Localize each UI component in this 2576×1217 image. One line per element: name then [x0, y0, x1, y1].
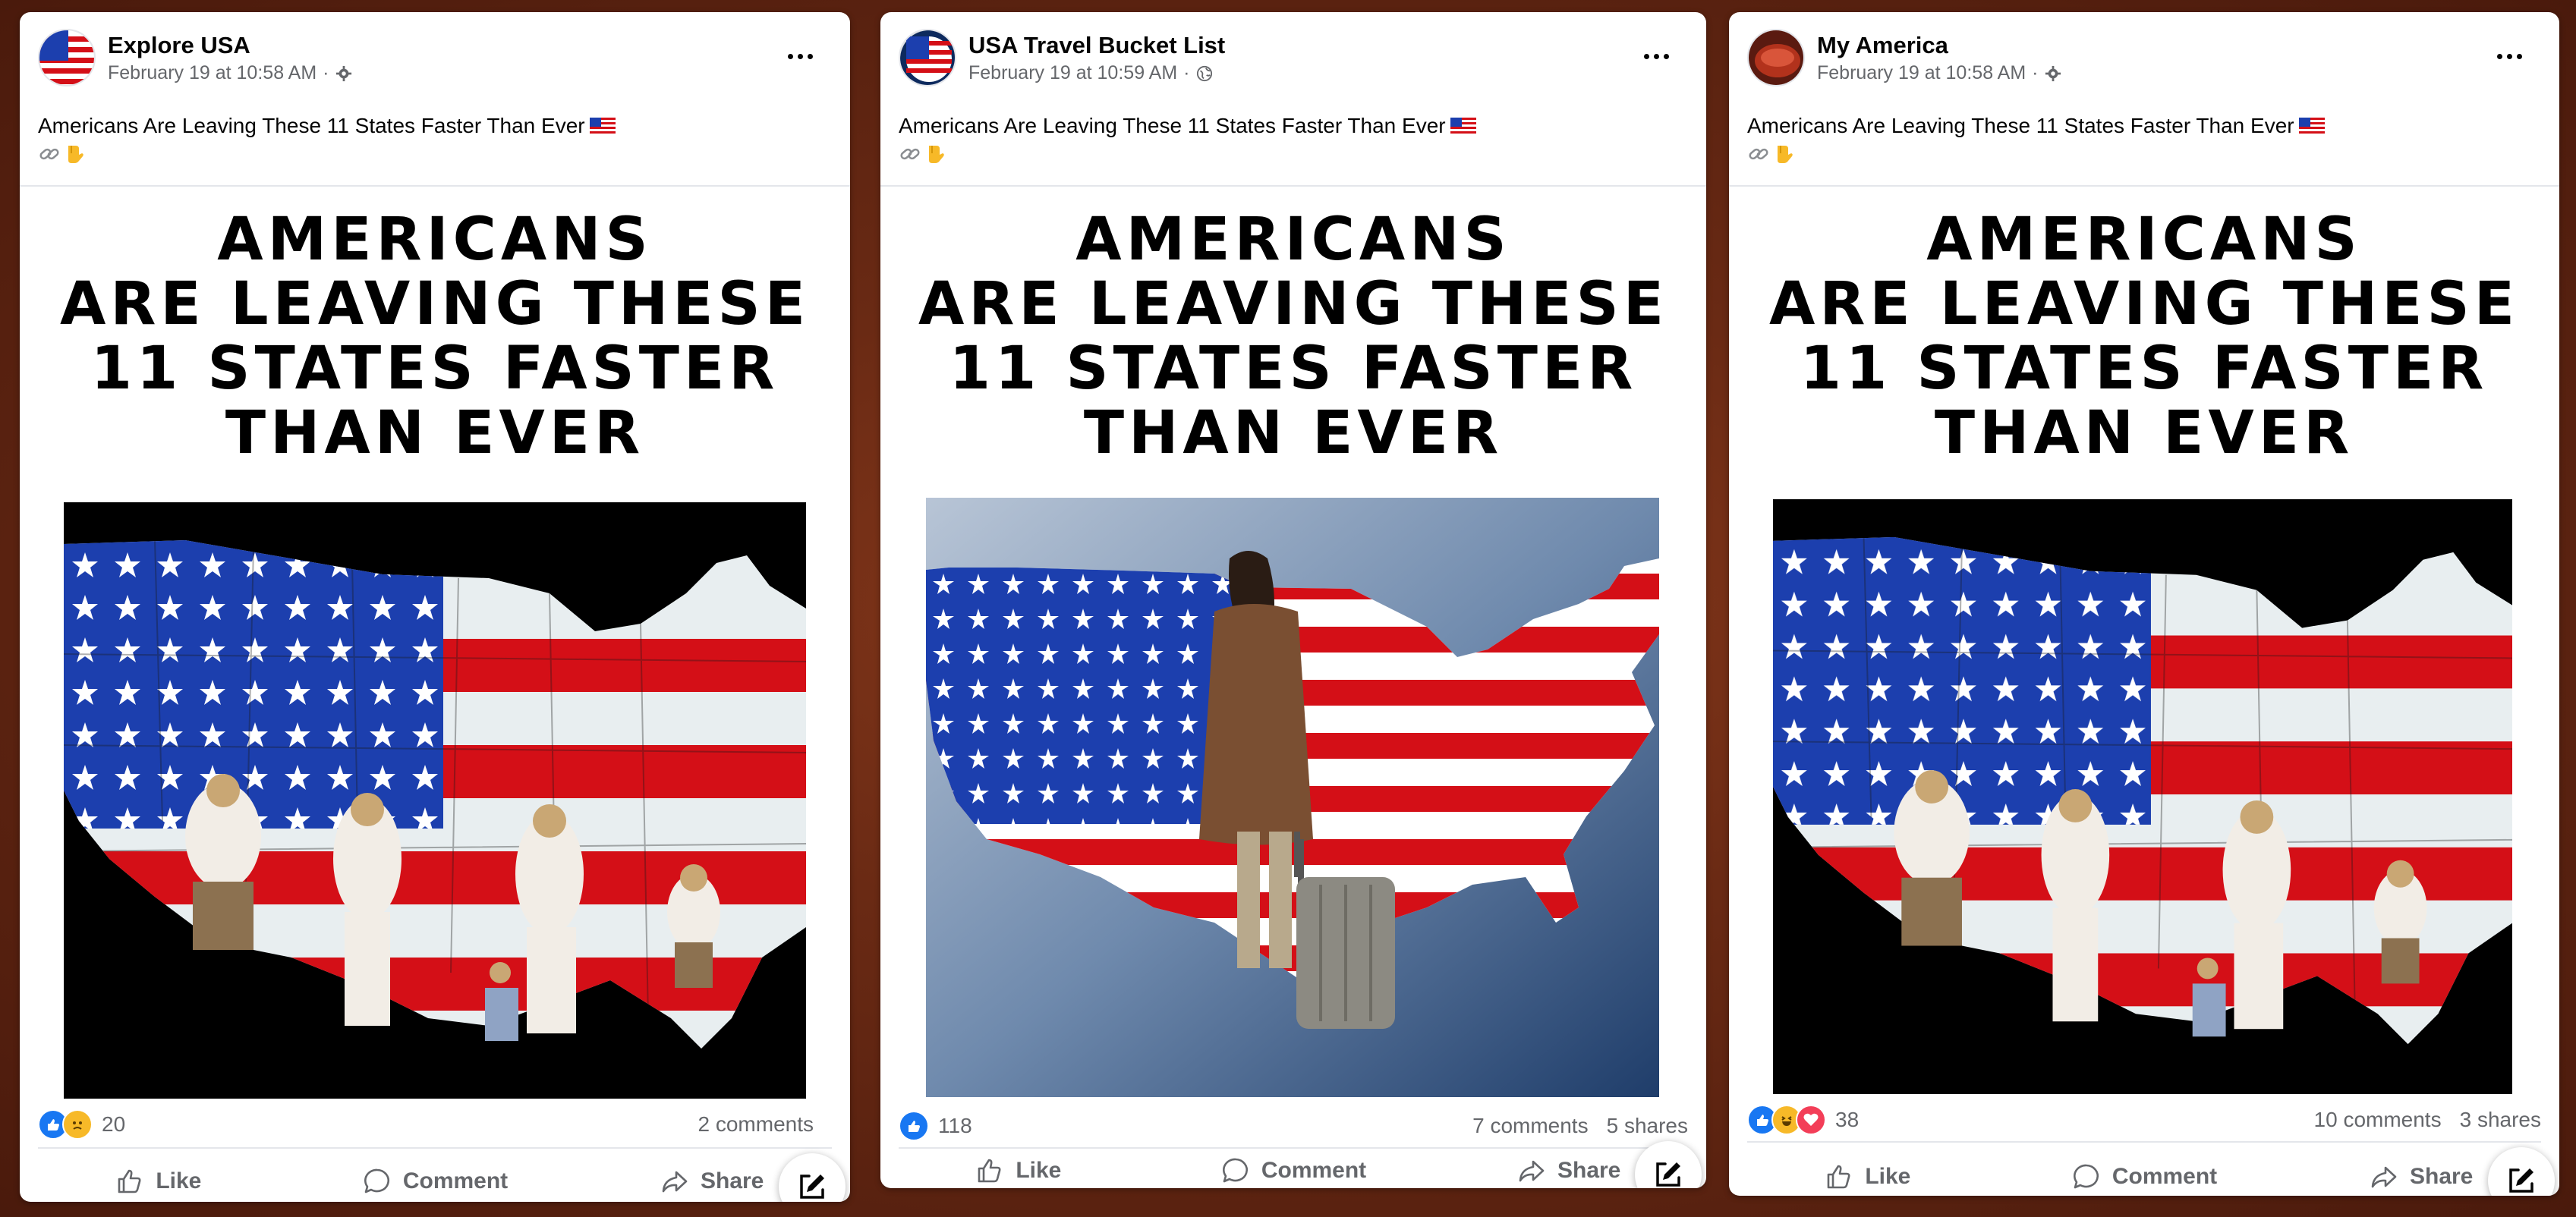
- comments-count[interactable]: 2 comments: [698, 1112, 814, 1137]
- post-card: USA Travel Bucket List February 19 at 10…: [880, 12, 1706, 1188]
- post-meta: February 19 at 10:58 AM ·: [108, 62, 352, 84]
- edit-icon: [2505, 1164, 2538, 1196]
- link-icon: [899, 143, 921, 165]
- comment-icon: [2071, 1162, 2102, 1192]
- share-icon: [1516, 1156, 1547, 1186]
- post-header: My America February 19 at 10:58 AM ·: [1747, 29, 2541, 97]
- reaction-count: 20: [102, 1112, 126, 1136]
- us-flag-icon: [590, 118, 616, 134]
- like-button[interactable]: Like: [1729, 1162, 2006, 1192]
- share-icon: [660, 1166, 690, 1197]
- page-name[interactable]: USA Travel Bucket List: [968, 32, 1225, 59]
- action-bar: Like Comment Share: [20, 1155, 850, 1202]
- reactions-summary[interactable]: 38: [1747, 1105, 1859, 1135]
- post-caption: Americans Are Leaving These 11 States Fa…: [899, 111, 1688, 168]
- sad-reaction-icon: [62, 1109, 93, 1140]
- edit-icon: [795, 1170, 829, 1202]
- shares-count[interactable]: 5 shares: [1607, 1114, 1688, 1138]
- link-icon: [38, 143, 61, 165]
- gear-icon: [2045, 65, 2061, 82]
- post-meta: February 19 at 10:58 AM ·: [1817, 62, 2061, 84]
- more-options-button[interactable]: [779, 42, 821, 70]
- timestamp[interactable]: February 19 at 10:58 AM: [108, 62, 316, 84]
- action-bar: Like Comment Share: [880, 1144, 1706, 1188]
- thumbs-up-icon: [115, 1166, 145, 1197]
- thumbs-up-icon: [1824, 1162, 1854, 1192]
- comments-count[interactable]: 7 comments: [1472, 1114, 1589, 1138]
- post-image-traveler-map[interactable]: [926, 498, 1659, 1097]
- reaction-count: 118: [938, 1114, 972, 1137]
- post-caption: Americans Are Leaving These 11 States Fa…: [38, 111, 832, 168]
- point-down-icon: [924, 143, 947, 165]
- page-avatar[interactable]: [899, 29, 956, 86]
- engagement-stats: 118 7 comments 5 shares: [899, 1108, 1688, 1144]
- comment-button[interactable]: Comment: [2006, 1162, 2283, 1192]
- globe-icon: [1196, 65, 1213, 82]
- page-avatar[interactable]: [1747, 29, 1805, 86]
- reactions-summary[interactable]: 20: [38, 1109, 125, 1140]
- page-avatar[interactable]: [38, 29, 96, 86]
- reaction-count: 38: [1835, 1108, 1860, 1131]
- post-meta: February 19 at 10:59 AM ·: [968, 62, 1213, 84]
- comment-icon: [362, 1166, 392, 1197]
- more-options-button[interactable]: [1635, 42, 1677, 70]
- timestamp[interactable]: February 19 at 10:58 AM: [1817, 62, 2026, 84]
- comment-button[interactable]: Comment: [297, 1166, 574, 1197]
- link-icon: [1747, 143, 1770, 165]
- us-flag-icon: [2299, 118, 2325, 134]
- image-headline[interactable]: AMERICANS ARE LEAVING THESE 11 STATES FA…: [880, 208, 1706, 466]
- more-options-button[interactable]: [2488, 42, 2530, 70]
- love-reaction-icon: [1796, 1105, 1826, 1135]
- reactions-summary[interactable]: 118: [899, 1111, 972, 1141]
- image-headline[interactable]: AMERICANS ARE LEAVING THESE 11 STATES FA…: [1729, 208, 2559, 466]
- post-header: USA Travel Bucket List February 19 at 10…: [899, 29, 1688, 97]
- post-header: Explore USA February 19 at 10:58 AM ·: [38, 29, 832, 97]
- engagement-stats: 20 2 comments: [38, 1106, 832, 1143]
- action-bar: Like Comment Share: [1729, 1150, 2559, 1196]
- shares-count[interactable]: 3 shares: [2460, 1108, 2541, 1132]
- caption-text: Americans Are Leaving These 11 States Fa…: [899, 114, 1446, 137]
- us-flag-icon: [1450, 118, 1476, 134]
- caption-text: Americans Are Leaving These 11 States Fa…: [1747, 114, 2294, 137]
- post-caption: Americans Are Leaving These 11 States Fa…: [1747, 111, 2541, 168]
- like-button[interactable]: Like: [880, 1156, 1156, 1186]
- post-image-family-map[interactable]: [64, 502, 806, 1099]
- point-down-icon: [1773, 143, 1796, 165]
- edit-icon: [1652, 1158, 1685, 1188]
- caption-text: Americans Are Leaving These 11 States Fa…: [38, 114, 585, 137]
- engagement-stats: 38 10 comments 3 shares: [1747, 1102, 2541, 1138]
- comment-button[interactable]: Comment: [1156, 1156, 1431, 1186]
- thumbs-up-icon: [975, 1156, 1005, 1186]
- post-card: My America February 19 at 10:58 AM · Ame…: [1729, 12, 2559, 1196]
- point-down-icon: [64, 143, 87, 165]
- share-icon: [2369, 1162, 2399, 1192]
- page-name[interactable]: My America: [1817, 32, 1948, 59]
- like-reaction-icon: [899, 1111, 929, 1141]
- post-image-family-map[interactable]: [1773, 499, 2512, 1094]
- like-button[interactable]: Like: [20, 1166, 297, 1197]
- gear-icon: [335, 65, 352, 82]
- timestamp[interactable]: February 19 at 10:59 AM: [968, 62, 1177, 84]
- comment-icon: [1220, 1156, 1251, 1186]
- page-name[interactable]: Explore USA: [108, 32, 250, 59]
- image-headline[interactable]: AMERICANS ARE LEAVING THESE 11 STATES FA…: [20, 208, 850, 466]
- comments-count[interactable]: 10 comments: [2314, 1108, 2442, 1132]
- post-card: Explore USA February 19 at 10:58 AM · Am…: [20, 12, 850, 1202]
